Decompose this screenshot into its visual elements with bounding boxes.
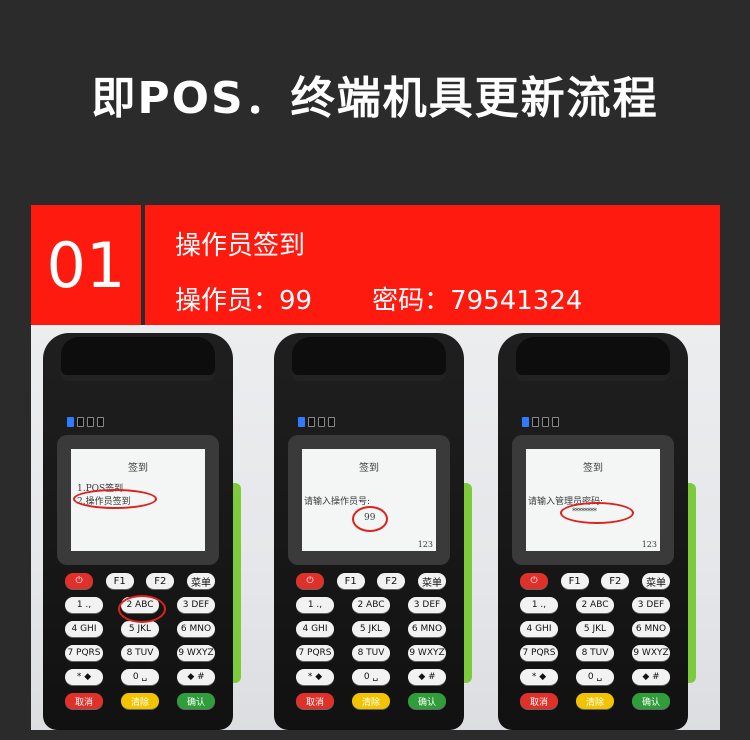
step-credentials: 操作员：99 密码：79541324: [175, 280, 582, 317]
step-number: 01: [31, 205, 145, 325]
key-4[interactable]: 4 GHI: [296, 621, 334, 637]
key-9[interactable]: 9 WXYZ: [632, 645, 670, 661]
terminal-body: 签到 1.POS签到 2.操作员签到 ⏻ F1 F2 菜单 1 ., 2 ABC…: [43, 333, 233, 730]
key-7[interactable]: 7 PQRS: [65, 645, 103, 661]
f2-key[interactable]: F2: [146, 573, 175, 589]
cancel-key[interactable]: 取消: [65, 693, 103, 709]
printer-head: [292, 337, 446, 381]
keypad: ⏻ F1 F2 菜单 1 ., 2 ABC 3 DEF 4 GHI 5 JKL …: [296, 573, 446, 717]
key-3[interactable]: 3 DEF: [408, 597, 446, 613]
clear-key[interactable]: 清除: [352, 693, 390, 709]
key-1[interactable]: 1 .,: [520, 597, 558, 613]
screen-title: 签到: [359, 463, 379, 474]
key-5[interactable]: 5 JKL: [576, 621, 614, 637]
key-star[interactable]: * ◆: [65, 669, 103, 685]
f2-key[interactable]: F2: [377, 573, 406, 589]
menu-key[interactable]: 菜单: [186, 573, 215, 589]
key-9[interactable]: 9 WXYZ: [177, 645, 215, 661]
cancel-key[interactable]: 取消: [296, 693, 334, 709]
key-9[interactable]: 9 WXYZ: [408, 645, 446, 661]
terminal-body: 签到 请输入管理员密码: ******** 123 ⏻ F1 F2 菜单 1 .…: [498, 333, 688, 730]
pos-terminal-1: 签到 1.POS签到 2.操作员签到 ⏻ F1 F2 菜单 1 ., 2 ABC…: [43, 333, 241, 730]
key-5[interactable]: 5 JKL: [352, 621, 390, 637]
clear-key[interactable]: 清除: [576, 693, 614, 709]
pos-terminal-2: 签到 请输入操作员号: 99 123 ⏻ F1 F2 菜单 1 ., 2 ABC: [274, 333, 472, 730]
menu-key[interactable]: 菜单: [417, 573, 446, 589]
key-3[interactable]: 3 DEF: [632, 597, 670, 613]
keypad: ⏻ F1 F2 菜单 1 ., 2 ABC 3 DEF 4 GHI 5 JKL …: [520, 573, 670, 717]
key-8[interactable]: 8 TUV: [121, 645, 159, 661]
status-leds: [298, 417, 335, 427]
key-hash[interactable]: ◆ #: [632, 669, 670, 685]
terminal-body: 签到 请输入操作员号: 99 123 ⏻ F1 F2 菜单 1 ., 2 ABC: [274, 333, 464, 730]
clear-key[interactable]: 清除: [121, 693, 159, 709]
key-1[interactable]: 1 .,: [296, 597, 334, 613]
password-label: 密码：79541324: [372, 286, 583, 316]
f1-key[interactable]: F1: [336, 573, 365, 589]
cancel-key[interactable]: 取消: [520, 693, 558, 709]
key-0[interactable]: 0 ␣: [352, 669, 390, 685]
key-0[interactable]: 0 ␣: [121, 669, 159, 685]
terminal-screen: 签到 请输入操作员号: 99 123: [302, 449, 436, 551]
screen-title: 签到: [583, 463, 603, 474]
key-7[interactable]: 7 PQRS: [520, 645, 558, 661]
highlight-circle: [118, 595, 166, 623]
key-7[interactable]: 7 PQRS: [296, 645, 334, 661]
menu-key[interactable]: 菜单: [641, 573, 670, 589]
confirm-key[interactable]: 确认: [408, 693, 446, 709]
screen-title: 签到: [128, 463, 148, 474]
status-leds: [522, 417, 559, 427]
key-1[interactable]: 1 .,: [65, 597, 103, 613]
key-6[interactable]: 6 MNO: [408, 621, 446, 637]
highlight-circle: [352, 506, 388, 532]
printer-head: [61, 337, 215, 381]
screen-bezel: 签到 请输入管理员密码: ******** 123: [512, 435, 674, 565]
key-2[interactable]: 2 ABC: [576, 597, 614, 613]
confirm-key[interactable]: 确认: [177, 693, 215, 709]
power-key[interactable]: ⏻: [65, 573, 93, 589]
key-hash[interactable]: ◆ #: [408, 669, 446, 685]
power-key[interactable]: ⏻: [520, 573, 548, 589]
operator-label: 操作员：99: [175, 286, 313, 316]
key-6[interactable]: 6 MNO: [177, 621, 215, 637]
key-6[interactable]: 6 MNO: [632, 621, 670, 637]
terminal-screen: 签到 1.POS签到 2.操作员签到: [71, 449, 205, 551]
key-3[interactable]: 3 DEF: [177, 597, 215, 613]
key-8[interactable]: 8 TUV: [352, 645, 390, 661]
step-title: 操作员签到: [175, 231, 306, 261]
f1-key[interactable]: F1: [105, 573, 134, 589]
power-key[interactable]: ⏻: [296, 573, 324, 589]
key-4[interactable]: 4 GHI: [520, 621, 558, 637]
screen-bezel: 签到 请输入操作员号: 99 123: [288, 435, 450, 565]
terminal-screen: 签到 请输入管理员密码: ******** 123: [526, 449, 660, 551]
page-title: 即POS．终端机具更新流程: [91, 73, 659, 124]
input-mode: 123: [641, 540, 657, 549]
input-mode: 123: [417, 540, 433, 549]
key-5[interactable]: 5 JKL: [121, 621, 159, 637]
key-star[interactable]: * ◆: [520, 669, 558, 685]
key-hash[interactable]: ◆ #: [177, 669, 215, 685]
printer-head: [516, 337, 670, 381]
key-2[interactable]: 2 ABC: [352, 597, 390, 613]
f1-key[interactable]: F1: [560, 573, 589, 589]
pos-terminal-3: 签到 请输入管理员密码: ******** 123 ⏻ F1 F2 菜单 1 .…: [498, 333, 696, 730]
step-text: 操作员签到 操作员：99 密码：79541324: [145, 205, 582, 325]
confirm-key[interactable]: 确认: [632, 693, 670, 709]
key-4[interactable]: 4 GHI: [65, 621, 103, 637]
screen-bezel: 签到 1.POS签到 2.操作员签到: [57, 435, 219, 565]
key-8[interactable]: 8 TUV: [576, 645, 614, 661]
highlight-circle: [73, 489, 157, 509]
key-star[interactable]: * ◆: [296, 669, 334, 685]
operator-prompt: 请输入操作员号:: [304, 497, 371, 507]
terminal-photo: 签到 1.POS签到 2.操作员签到 ⏻ F1 F2 菜单 1 ., 2 ABC…: [31, 325, 720, 730]
highlight-circle: [560, 502, 634, 524]
step-banner: 01 操作员签到 操作员：99 密码：79541324: [31, 205, 720, 325]
f2-key[interactable]: F2: [601, 573, 630, 589]
status-leds: [67, 417, 104, 427]
key-0[interactable]: 0 ␣: [576, 669, 614, 685]
